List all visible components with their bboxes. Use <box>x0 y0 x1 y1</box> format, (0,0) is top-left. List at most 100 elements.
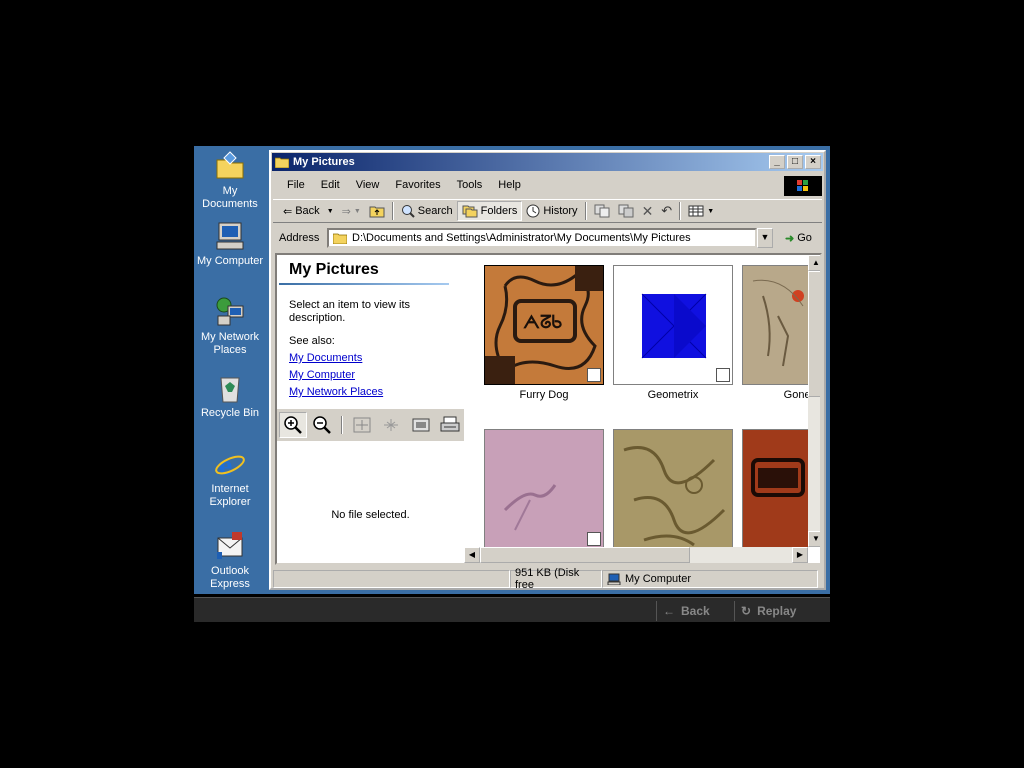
up-folder-icon <box>369 206 385 218</box>
slideshow-button[interactable] <box>407 412 435 438</box>
thumbnail-pink-texture[interactable] <box>484 429 604 547</box>
chevron-down-icon: ▼ <box>326 207 334 215</box>
menu-help[interactable]: Help <box>490 179 529 191</box>
gone-fishing-image <box>743 266 808 384</box>
scroll-up-button[interactable]: ▲ <box>808 255 820 271</box>
thumbnail-view: ᗅᘔᑲ Furry Dog Geometrix Gone <box>464 255 808 547</box>
desktop-icon-my-documents[interactable]: My Documents <box>194 150 266 211</box>
zoom-in-icon <box>284 416 302 434</box>
desktop-icon-outlook-express[interactable]: Outlook Express <box>194 530 266 591</box>
thumbnail-label: Geometrix <box>647 389 699 401</box>
desktop-icon-recycle-bin[interactable]: Recycle Bin <box>194 372 266 420</box>
thumbnail-gone-fishing[interactable] <box>742 265 808 385</box>
scroll-down-button[interactable]: ▼ <box>808 531 820 547</box>
thumbnail-red-texture[interactable] <box>742 429 808 547</box>
up-folder-button[interactable] <box>365 201 389 221</box>
olive-texture-image <box>614 430 732 547</box>
copy-to-icon <box>618 204 634 218</box>
desktop-icon-label: My Computer <box>196 255 264 267</box>
scroll-right-button[interactable]: ▶ <box>792 547 808 563</box>
no-file-message: No file selected. <box>331 509 410 521</box>
go-button[interactable]: ➜ Go <box>781 228 816 248</box>
link-my-computer[interactable]: My Computer <box>289 369 355 381</box>
search-button[interactable]: Search <box>397 201 457 221</box>
forward-arrow-icon: ⇒ <box>341 205 351 218</box>
chevron-right-icon: ▶ <box>796 550 804 559</box>
menu-tools[interactable]: Tools <box>449 179 491 191</box>
undo-button[interactable]: ↶ <box>657 201 676 221</box>
standard-toolbar: ⇐ Back ▼ ⇒ ▼ Search Folders History ✕ ↶ … <box>273 199 822 223</box>
player-back-button[interactable]: ← Back <box>656 601 732 621</box>
window-title: My Pictures <box>293 156 355 168</box>
go-arrow-icon: ➜ <box>785 232 795 245</box>
desktop-icon-network-places[interactable]: My Network Places <box>194 296 266 357</box>
views-icon <box>688 205 704 217</box>
thumbnail-furry-dog[interactable]: ᗅᘔᑲ <box>484 265 604 385</box>
back-arrow-icon: ← <box>663 604 675 618</box>
horizontal-scroll-thumb[interactable] <box>480 547 690 563</box>
slideshow-icon <box>412 418 430 432</box>
address-input[interactable]: D:\Documents and Settings\Administrator\… <box>327 228 757 248</box>
desktop-icon-internet-explorer[interactable]: e Internet Explorer <box>194 448 266 509</box>
svg-text:ᗅᘔᑲ: ᗅᘔᑲ <box>523 312 563 332</box>
link-my-documents[interactable]: My Documents <box>289 352 362 364</box>
zoom-out-icon <box>313 416 332 434</box>
my-computer-icon <box>607 573 621 585</box>
desktop-icon-my-computer[interactable]: My Computer <box>194 220 266 268</box>
history-button[interactable]: History <box>522 201 581 221</box>
menu-bar: File Edit View Favorites Tools Help <box>273 174 822 196</box>
scroll-left-button[interactable]: ◀ <box>464 547 480 563</box>
minimize-button[interactable]: _ <box>769 155 785 169</box>
views-button[interactable]: ▼ <box>684 201 718 221</box>
preview-separator <box>341 416 344 434</box>
menu-file[interactable]: File <box>279 179 313 191</box>
pane-title: My Pictures <box>289 261 379 278</box>
address-dropdown-button[interactable]: ▼ <box>757 228 773 248</box>
forward-button[interactable]: ⇒ ▼ <box>338 201 365 221</box>
address-bar: Address D:\Documents and Settings\Admini… <box>273 226 822 250</box>
thumbnail-label: Gone F <box>783 389 808 401</box>
desktop-icon-label: Explorer <box>209 496 251 508</box>
menu-favorites[interactable]: Favorites <box>387 179 448 191</box>
search-icon <box>401 205 415 218</box>
vertical-scrollbar[interactable]: ▲ ▼ <box>808 255 820 547</box>
address-value: D:\Documents and Settings\Administrator\… <box>352 232 691 244</box>
desktop-icon-label: Places <box>213 344 247 356</box>
move-to-button[interactable] <box>590 201 614 221</box>
thumbnail-geometrix[interactable] <box>613 265 733 385</box>
thumbnail-olive-texture[interactable] <box>613 429 733 547</box>
chevron-up-icon: ▲ <box>812 258 820 267</box>
pane-title-rule <box>279 283 449 285</box>
zoom-in-button[interactable] <box>279 412 307 438</box>
menu-view[interactable]: View <box>348 179 388 191</box>
title-bar[interactable]: My Pictures _ □ × <box>272 153 823 171</box>
my-documents-icon <box>216 151 244 179</box>
print-button[interactable] <box>437 412 465 438</box>
windows-flag-icon <box>797 180 808 191</box>
copy-to-button[interactable] <box>614 201 638 221</box>
folder-icon <box>333 233 347 244</box>
desktop-icon-label: My Network <box>200 331 260 343</box>
best-fit-button[interactable] <box>348 412 376 438</box>
status-pane-blank <box>273 570 510 588</box>
see-also-label: See also: <box>289 335 335 347</box>
zoom-out-button[interactable] <box>309 412 337 438</box>
web-view-pane: My Pictures Select an item to view its d… <box>277 255 464 563</box>
chevron-down-icon: ▼ <box>760 232 770 242</box>
vertical-scroll-thumb[interactable] <box>808 271 820 397</box>
menu-edit[interactable]: Edit <box>313 179 348 191</box>
history-icon <box>526 204 540 218</box>
content-area: My Pictures Select an item to view its d… <box>275 253 822 565</box>
link-my-network-places[interactable]: My Network Places <box>289 386 383 398</box>
player-replay-button[interactable]: ↻ Replay <box>734 601 826 621</box>
delete-button[interactable]: ✕ <box>638 201 658 221</box>
folders-button[interactable]: Folders <box>456 201 523 221</box>
maximize-button[interactable]: □ <box>787 155 803 169</box>
close-button[interactable]: × <box>805 155 821 169</box>
horizontal-scrollbar[interactable]: ◀ ▶ <box>464 547 808 563</box>
windows-logo <box>784 176 822 196</box>
actual-size-button[interactable] <box>378 412 406 438</box>
search-label: Search <box>417 205 453 217</box>
back-button[interactable]: ⇐ Back ▼ <box>279 201 338 221</box>
red-texture-image <box>743 430 808 547</box>
